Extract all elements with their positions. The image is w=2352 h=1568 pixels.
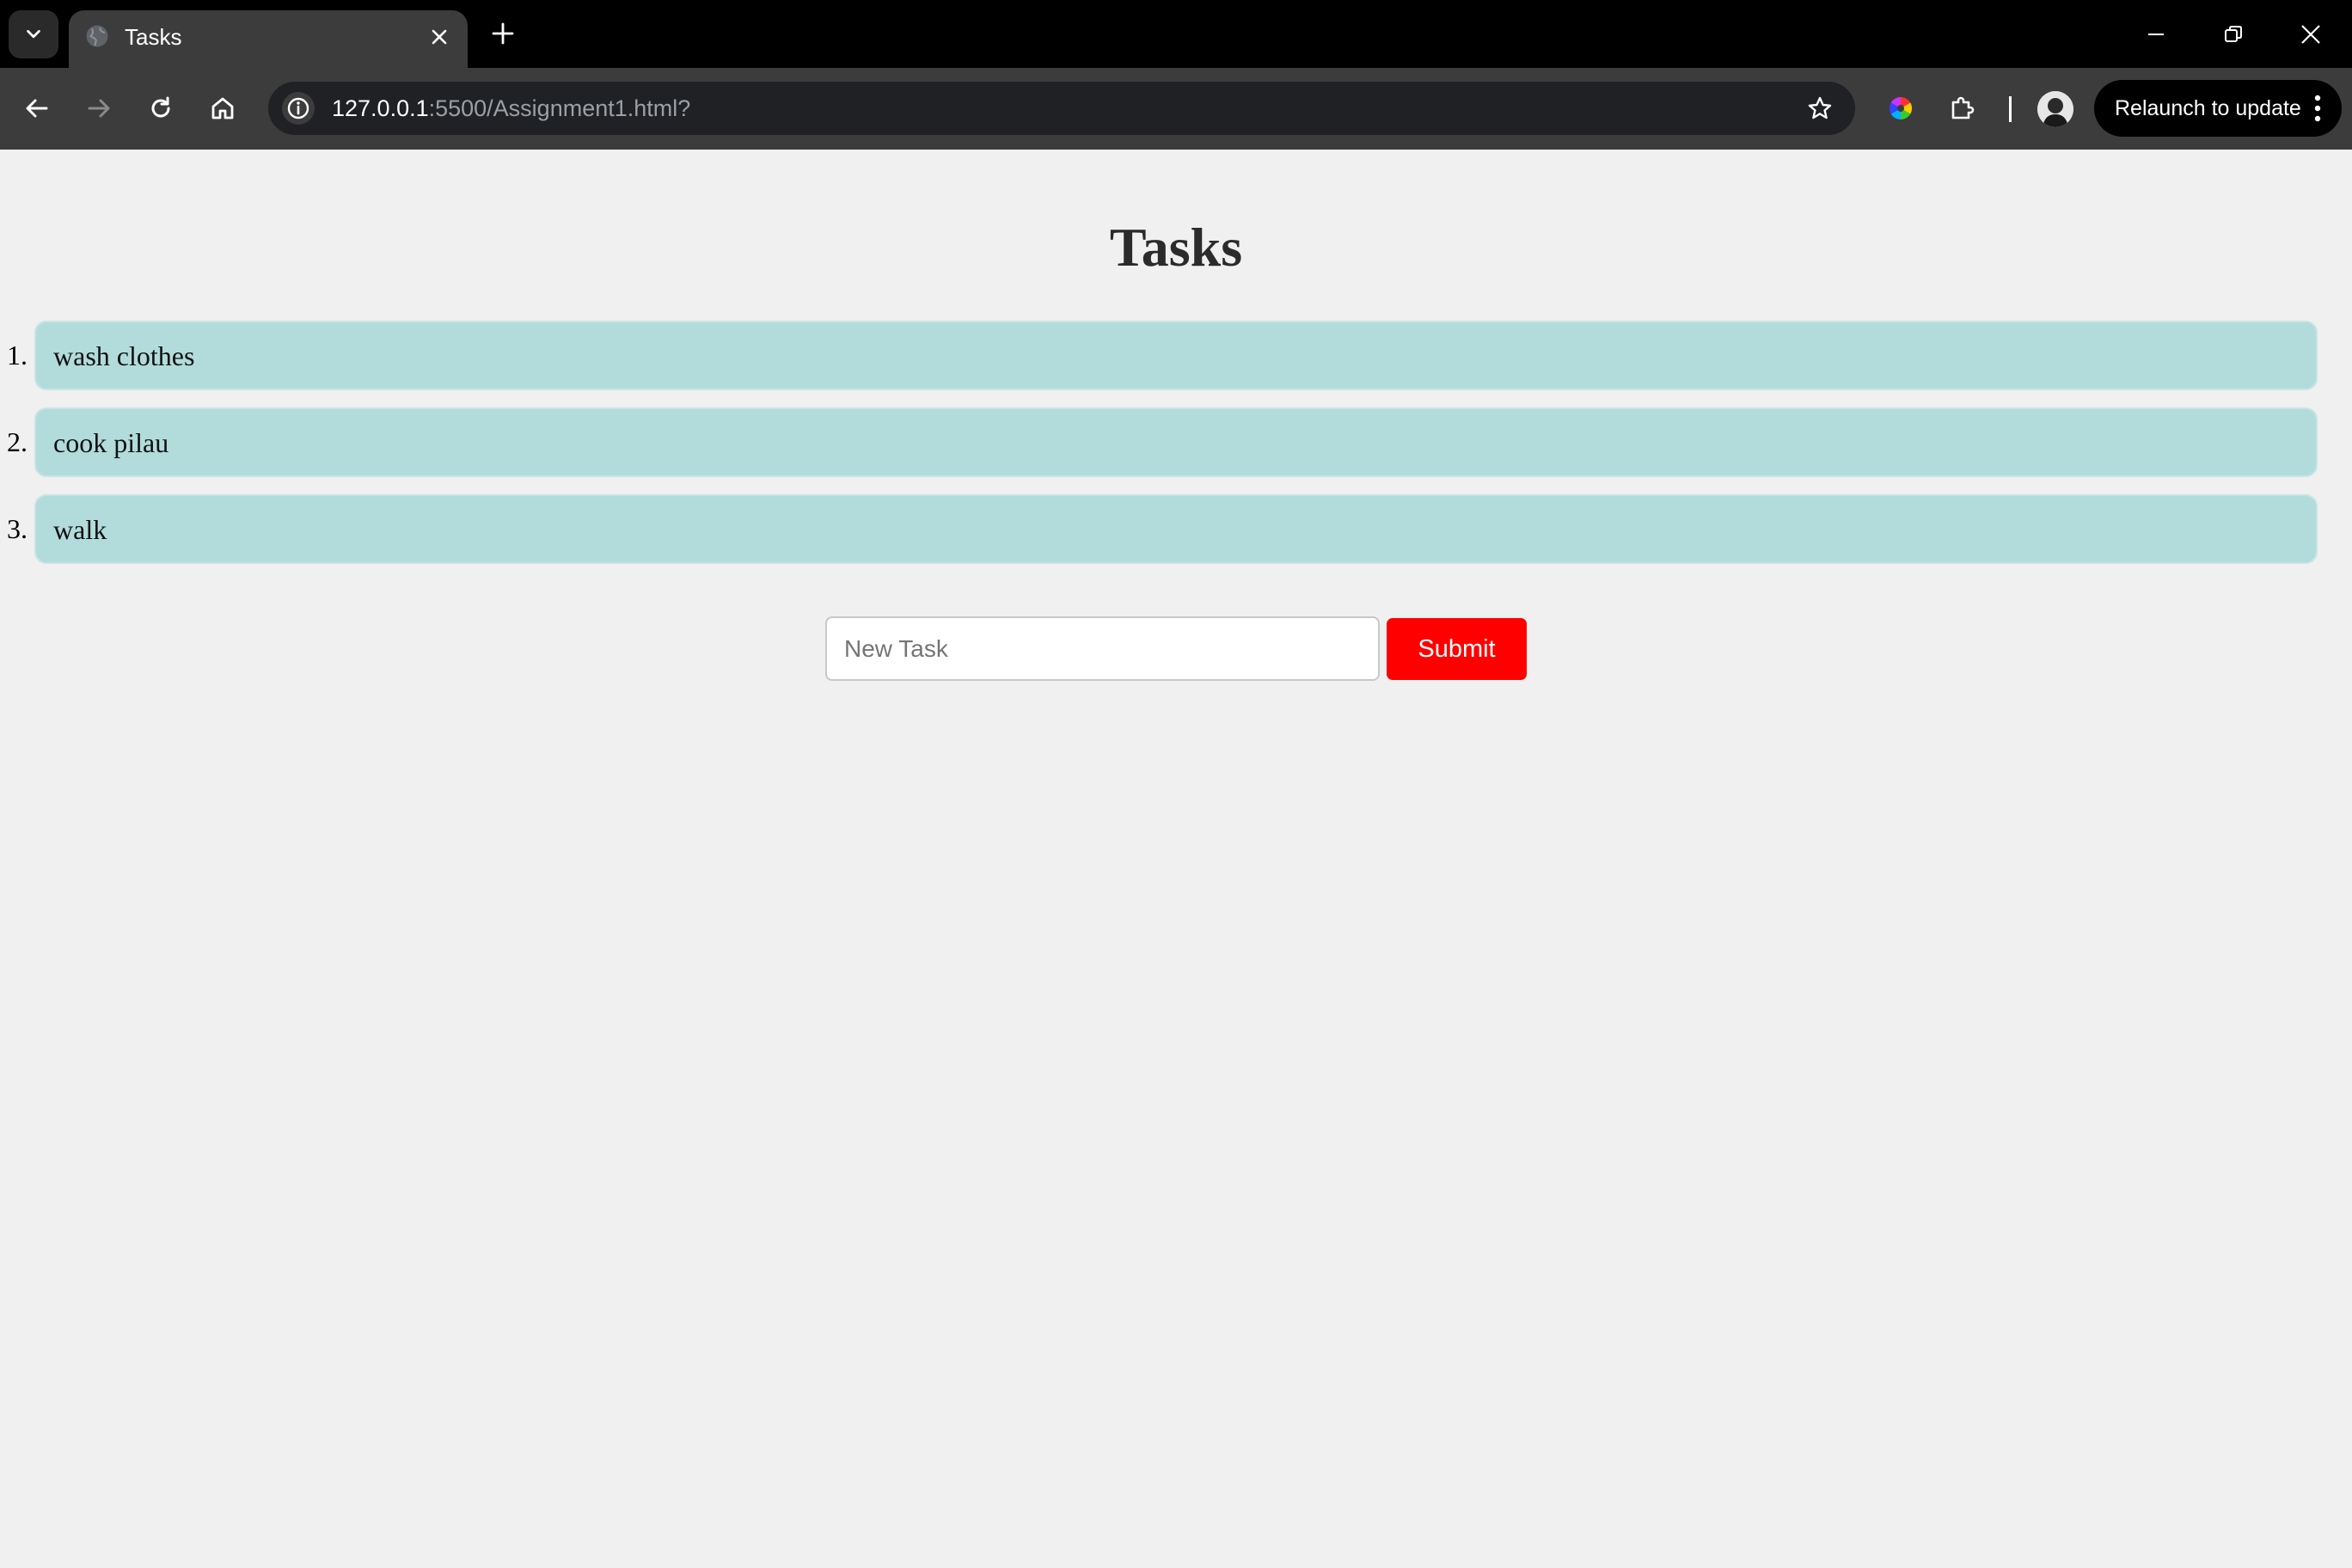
star-icon: [1808, 96, 1832, 119]
forward-button[interactable]: [79, 89, 119, 128]
task-number: 2.: [7, 426, 28, 457]
extensions-button[interactable]: [1943, 89, 1982, 128]
relaunch-label: Relaunch to update: [2115, 96, 2301, 120]
page-content: Tasks 1. wash clothes 2. cook pilau 3. w…: [0, 150, 2352, 1568]
reload-button[interactable]: [141, 89, 181, 128]
info-icon: [287, 97, 309, 119]
url-text[interactable]: 127.0.0.1:5500/Assignment1.html?: [332, 93, 690, 124]
browser-menu-button[interactable]: [2309, 93, 2326, 124]
browser-toolbar: 127.0.0.1:5500/Assignment1.html? Relaunc…: [0, 68, 2352, 150]
back-button[interactable]: [17, 89, 57, 128]
task-item: 2. cook pilau: [0, 407, 2352, 477]
task-number: 3.: [7, 513, 28, 544]
window-close-button[interactable]: [2292, 15, 2330, 53]
close-icon: [2301, 25, 2320, 44]
address-bar[interactable]: 127.0.0.1:5500/Assignment1.html?: [268, 82, 1855, 135]
plus-icon: [492, 22, 514, 45]
restore-icon: [2225, 26, 2242, 42]
home-icon: [211, 97, 234, 119]
task-item: 3. walk: [0, 494, 2352, 564]
reload-icon: [151, 96, 170, 118]
home-button[interactable]: [203, 89, 242, 128]
minimize-button[interactable]: [2137, 15, 2175, 53]
task-card[interactable]: wash clothes: [34, 321, 2318, 390]
globe-icon: [86, 25, 108, 47]
task-card[interactable]: walk: [34, 494, 2318, 564]
url-host: 127.0.0.1: [332, 95, 429, 121]
tab-title: Tasks: [125, 24, 182, 50]
new-task-input[interactable]: [825, 616, 1380, 681]
new-tab-button[interactable]: [487, 17, 519, 50]
chevron-down-icon: [27, 29, 40, 39]
more-vert-icon: [2314, 95, 2321, 122]
relaunch-to-update-button[interactable]: Relaunch to update: [2094, 80, 2342, 137]
url-path: :5500/Assignment1.html?: [428, 95, 691, 121]
browser-tab[interactable]: Tasks: [69, 10, 468, 68]
task-text: walk: [53, 514, 107, 545]
task-number: 1.: [7, 340, 28, 371]
minimize-icon: [2148, 34, 2164, 35]
puzzle-icon: [1951, 96, 1975, 119]
new-task-form: Submit: [825, 616, 1527, 682]
submit-button[interactable]: Submit: [1387, 618, 1527, 680]
arrow-right-icon: [88, 99, 110, 118]
toolbar-divider: [2009, 96, 2012, 122]
page-title: Tasks: [1109, 217, 1243, 278]
profile-avatar[interactable]: [2037, 91, 2073, 127]
task-card[interactable]: cook pilau: [34, 407, 2318, 477]
site-info-button[interactable]: [282, 92, 315, 125]
tab-search-button[interactable]: [9, 10, 58, 58]
task-item: 1. wash clothes: [0, 321, 2352, 390]
close-icon: [432, 29, 447, 45]
avatar-icon: [2037, 91, 2073, 127]
color-wheel-icon: [1889, 96, 1913, 120]
tab-strip: Tasks: [0, 0, 2352, 68]
arrow-left-icon: [26, 99, 48, 118]
task-list: 1. wash clothes 2. cook pilau 3. walk: [0, 321, 2352, 581]
extension-color-button[interactable]: [1881, 89, 1920, 128]
restore-button[interactable]: [2214, 15, 2252, 53]
bookmark-button[interactable]: [1804, 92, 1836, 125]
task-text: cook pilau: [53, 427, 169, 458]
tab-close-button[interactable]: [425, 22, 454, 52]
task-text: wash clothes: [53, 340, 195, 371]
